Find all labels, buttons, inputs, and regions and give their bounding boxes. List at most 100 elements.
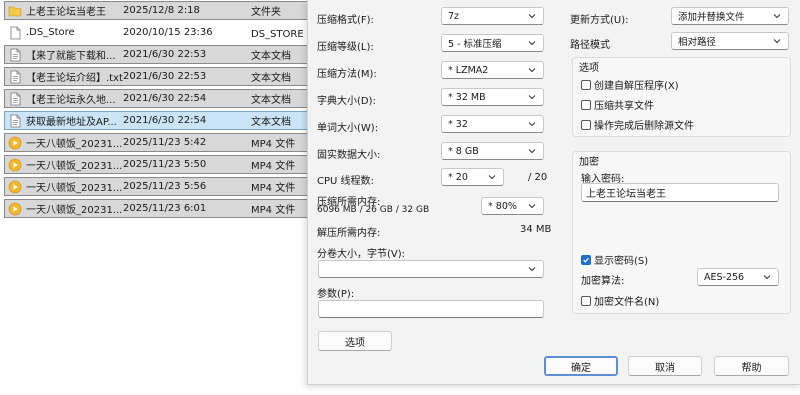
algo-select[interactable]: AES-256: [697, 268, 779, 286]
file-date: 2025/11/23 6:01: [123, 203, 207, 214]
file-type: MP4 文件: [251, 205, 296, 216]
path-value: 相对路径: [678, 37, 717, 48]
split-select[interactable]: [318, 260, 544, 278]
checkbox-icon: [581, 119, 591, 130]
method-value: * LZMA2: [448, 64, 489, 76]
ok-button-label: 确定: [571, 362, 591, 374]
dict-value: * 32 MB: [448, 91, 486, 103]
update-select[interactable]: 添加并替换文件: [671, 7, 789, 25]
delete-checkbox[interactable]: 操作完成后删除源文件: [581, 117, 694, 132]
word-value: * 32: [448, 118, 468, 130]
word-label: 单词大小(W):: [317, 123, 379, 134]
file-row[interactable]: 【老王论坛永久地... 2021/6/30 22:54 文本文档: [4, 89, 310, 108]
mem-comp-detail: 6096 MB / 26 GB / 32 GB: [317, 205, 430, 215]
options-button[interactable]: 选项: [318, 331, 392, 351]
text-file-icon: [8, 70, 22, 84]
checkbox-icon: [581, 79, 591, 90]
checkbox-icon: [581, 295, 591, 306]
level-select[interactable]: 5 - 标准压缩: [441, 34, 544, 52]
chevron-down-icon: [528, 68, 536, 73]
folder-icon: [8, 4, 22, 18]
file-icon: [8, 26, 22, 40]
file-date: 2025/11/23 5:42: [123, 137, 207, 148]
file-name: 一天八顿饭_20231...: [26, 139, 123, 150]
mem-decomp-value: 34 MB: [520, 224, 552, 235]
checkbox-icon: [581, 99, 591, 110]
mem-pct-select[interactable]: * 80%: [481, 197, 544, 215]
ok-button[interactable]: 确定: [544, 356, 618, 376]
file-row[interactable]: 一天八顿饭_20231... 2025/11/23 5:50 MP4 文件: [4, 155, 310, 174]
text-file-icon: [8, 48, 22, 62]
sfx-checkbox[interactable]: 创建自解压程序(X): [581, 77, 679, 92]
cancel-button[interactable]: 取消: [628, 356, 702, 376]
help-button[interactable]: 帮助: [714, 356, 789, 376]
file-row[interactable]: .DS_Store 2020/10/15 23:36 DS_STORE 文: [4, 23, 317, 42]
file-date: 2020/10/15 23:36: [123, 27, 213, 38]
show-password-label: 显示密码(S): [594, 256, 649, 267]
params-input[interactable]: [318, 300, 544, 318]
file-name: 【老王论坛永久地...: [26, 95, 116, 106]
method-select[interactable]: * LZMA2: [441, 61, 544, 79]
file-type: 文本文档: [251, 117, 291, 128]
file-name: 一天八顿饭_20231...: [26, 161, 123, 172]
update-label: 更新方式(U):: [570, 15, 629, 26]
file-row[interactable]: 上老王论坛当老王 2025/12/8 2:18 文件夹: [4, 1, 310, 20]
delete-label: 操作完成后删除源文件: [594, 121, 694, 132]
file-row[interactable]: 一天八顿饭_20231... 2025/11/23 5:42 MP4 文件: [4, 133, 310, 152]
video-file-icon: [8, 136, 22, 150]
format-label: 压缩格式(F):: [317, 15, 374, 26]
cpu-label: CPU 线程数:: [317, 176, 374, 187]
archive-dialog: 压缩格式(F): 7z 压缩等级(L): 5 - 标准压缩 压缩方法(M): *…: [307, 0, 800, 385]
chevron-down-icon: [773, 14, 781, 19]
file-name: 一天八顿饭_20231...: [26, 205, 123, 216]
dict-label: 字典大小(D):: [317, 96, 376, 107]
file-row[interactable]: 一天八顿饭_20231... 2025/11/23 6:01 MP4 文件: [4, 199, 310, 218]
file-type: 文件夹: [251, 7, 281, 18]
solid-select[interactable]: * 8 GB: [441, 142, 544, 160]
format-select[interactable]: 7z: [441, 7, 544, 25]
shared-checkbox[interactable]: 压缩共享文件: [581, 97, 654, 112]
file-row[interactable]: 【来了就能下载和... 2021/6/30 22:53 文本文档: [4, 45, 310, 64]
path-select[interactable]: 相对路径: [671, 32, 789, 50]
cpu-value: * 20: [448, 171, 468, 183]
file-date: 2021/6/30 22:53: [123, 71, 207, 82]
text-file-icon: [8, 92, 22, 106]
password-input[interactable]: 上老王论坛当老王: [581, 183, 779, 202]
params-label: 参数(P):: [317, 289, 355, 300]
algo-value: AES-256: [704, 271, 745, 283]
file-name: .DS_Store: [26, 27, 75, 38]
file-name: 获取最新地址及AP...: [26, 117, 117, 128]
options-group-title: 选项: [579, 63, 599, 74]
chevron-down-icon: [528, 14, 536, 19]
file-name: 一天八顿饭_20231...: [26, 183, 123, 194]
chevron-down-icon: [763, 275, 771, 280]
video-file-icon: [8, 202, 22, 216]
file-row[interactable]: 获取最新地址及AP... 2021/6/30 22:54 文本文档: [4, 111, 310, 130]
solid-label: 固实数据大小:: [317, 150, 381, 161]
word-select[interactable]: * 32: [441, 115, 544, 133]
path-label: 路径模式: [570, 40, 610, 51]
cpu-max: / 20: [528, 172, 548, 183]
chevron-down-icon: [528, 95, 536, 100]
file-type: MP4 文件: [251, 139, 296, 150]
chevron-down-icon: [528, 149, 536, 154]
file-date: 2025/12/8 2:18: [123, 5, 200, 16]
split-label: 分卷大小，字节(V):: [317, 249, 406, 260]
checkmark-icon: [583, 257, 589, 263]
file-date: 2025/11/23 5:50: [123, 159, 207, 170]
file-row[interactable]: 【老王论坛介绍】.txt 2021/6/30 22:53 文本文档: [4, 67, 310, 86]
password-value: 上老王论坛当老王: [586, 189, 666, 200]
level-label: 压缩等级(L):: [317, 42, 374, 53]
file-date: 2021/6/30 22:53: [123, 49, 207, 60]
mem-decomp-label: 解压所需内存:: [317, 228, 381, 239]
dict-select[interactable]: * 32 MB: [441, 88, 544, 106]
file-date: 2025/11/23 5:56: [123, 181, 207, 192]
file-row[interactable]: 一天八顿饭_20231... 2025/11/23 5:56 MP4 文件: [4, 177, 310, 196]
video-file-icon: [8, 180, 22, 194]
show-password-checkbox[interactable]: 显示密码(S): [581, 252, 648, 267]
cpu-select[interactable]: * 20: [441, 168, 504, 186]
file-list: 上老王论坛当老王 2025/12/8 2:18 文件夹 .DS_Store 2020/1…: [0, 0, 317, 395]
level-value: 5 - 标准压缩: [448, 39, 502, 50]
encrypt-names-checkbox[interactable]: 加密文件名(N): [581, 293, 659, 308]
file-date: 2021/6/30 22:54: [123, 115, 207, 126]
